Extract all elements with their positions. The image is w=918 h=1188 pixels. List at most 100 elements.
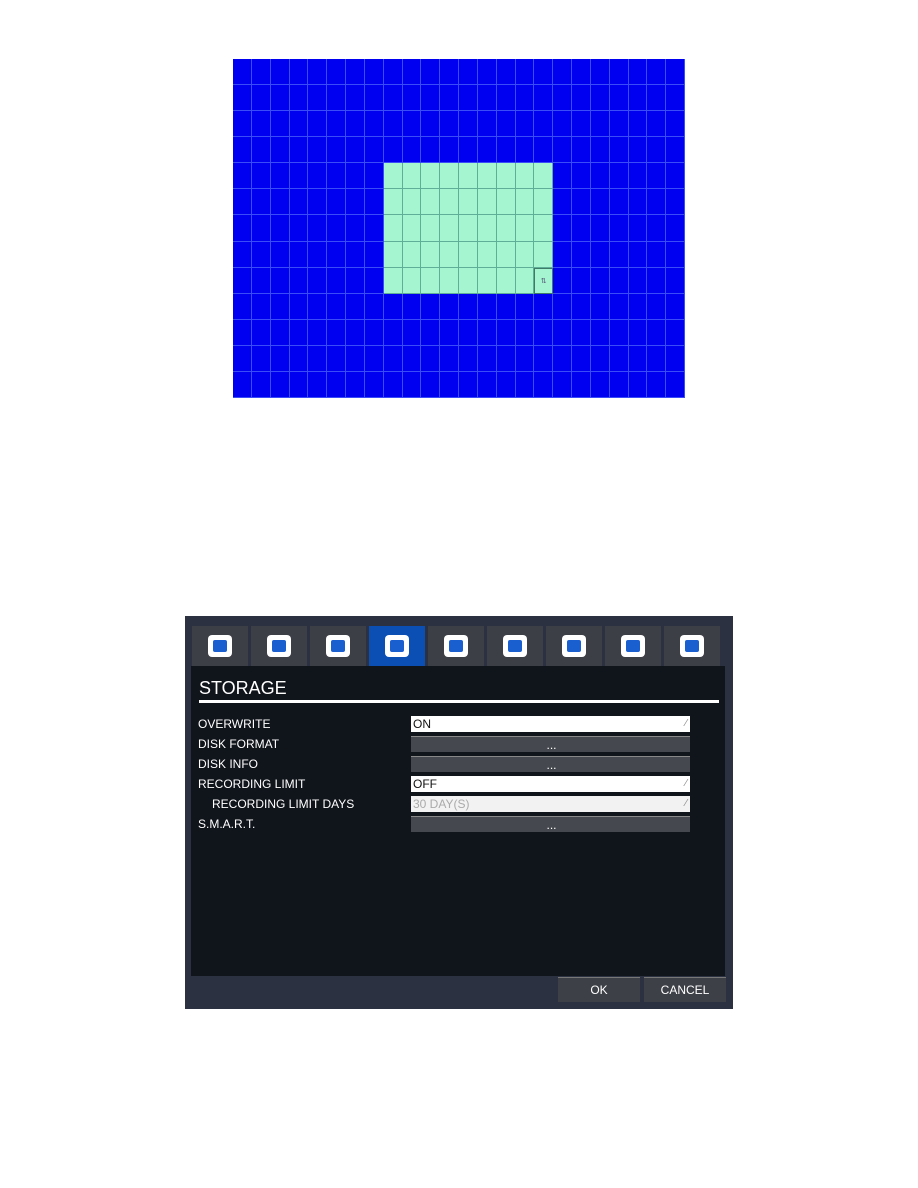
grid-cell[interactable] xyxy=(440,293,459,320)
grid-cell[interactable] xyxy=(609,189,629,216)
grid-cell[interactable] xyxy=(572,137,591,164)
grid-cell[interactable] xyxy=(647,85,667,112)
tab-gear[interactable] xyxy=(310,626,366,666)
grid-cell[interactable] xyxy=(402,189,422,216)
grid-cell[interactable] xyxy=(383,59,403,86)
grid-cell[interactable] xyxy=(364,319,384,346)
grid-cell[interactable] xyxy=(534,137,554,164)
grid-cell[interactable] xyxy=(666,215,685,242)
grid-cell[interactable] xyxy=(609,319,629,346)
grid-cell[interactable] xyxy=(628,215,648,242)
grid-cell[interactable] xyxy=(346,215,365,242)
grid-cell[interactable] xyxy=(327,345,346,372)
grid-cell[interactable] xyxy=(666,241,685,268)
grid-cell[interactable] xyxy=(647,163,667,190)
grid-cell[interactable] xyxy=(233,163,252,190)
setting-select[interactable]: OFF ⁄ xyxy=(411,776,690,792)
grid-cell[interactable] xyxy=(308,189,328,216)
grid-cell[interactable] xyxy=(572,189,591,216)
grid-cell[interactable] xyxy=(289,371,309,398)
grid-cell[interactable] xyxy=(666,85,685,112)
grid-cell[interactable] xyxy=(383,111,403,138)
grid-cell[interactable] xyxy=(383,189,403,216)
grid-cell[interactable] xyxy=(270,215,290,242)
grid-cell[interactable] xyxy=(402,163,422,190)
grid-cell[interactable] xyxy=(440,85,459,112)
grid-cell[interactable] xyxy=(402,59,422,86)
grid-cell[interactable] xyxy=(666,111,685,138)
grid-cell[interactable] xyxy=(534,111,554,138)
grid-cell[interactable] xyxy=(421,241,441,268)
grid-cell[interactable] xyxy=(327,293,346,320)
grid-cell[interactable] xyxy=(609,267,629,294)
grid-cell[interactable] xyxy=(553,241,572,268)
grid-cell[interactable] xyxy=(421,85,441,112)
grid-cell[interactable] xyxy=(515,215,535,242)
grid-cell[interactable] xyxy=(496,137,516,164)
grid-cell[interactable] xyxy=(440,189,459,216)
tab-search-folder[interactable] xyxy=(664,626,720,666)
grid-cell[interactable] xyxy=(609,137,629,164)
grid-cell[interactable] xyxy=(346,293,365,320)
grid-cell[interactable] xyxy=(515,267,535,294)
grid-cell[interactable] xyxy=(628,293,648,320)
grid-cell[interactable] xyxy=(496,267,516,294)
grid-cell[interactable] xyxy=(666,163,685,190)
grid-cell[interactable] xyxy=(628,137,648,164)
grid-cell[interactable] xyxy=(308,59,328,86)
grid-cell[interactable] xyxy=(383,163,403,190)
grid-cell[interactable] xyxy=(534,85,554,112)
grid-cell[interactable] xyxy=(364,111,384,138)
grid-cell[interactable] xyxy=(515,189,535,216)
grid-cell[interactable] xyxy=(327,163,346,190)
grid-cell[interactable] xyxy=(553,345,572,372)
grid-cell[interactable] xyxy=(647,371,667,398)
grid-cell[interactable] xyxy=(327,111,346,138)
grid-cell[interactable] xyxy=(590,215,610,242)
grid-cell[interactable] xyxy=(590,111,610,138)
grid-cell[interactable] xyxy=(534,163,554,190)
grid-cell[interactable] xyxy=(477,163,497,190)
grid-cell[interactable] xyxy=(251,319,271,346)
grid-cell[interactable] xyxy=(421,59,441,86)
grid-cell[interactable] xyxy=(402,85,422,112)
grid-cell[interactable] xyxy=(402,241,422,268)
grid-cell[interactable] xyxy=(609,371,629,398)
grid-cell[interactable] xyxy=(233,267,252,294)
grid-cell[interactable] xyxy=(496,215,516,242)
grid-cell[interactable] xyxy=(477,215,497,242)
grid-cell[interactable] xyxy=(270,85,290,112)
grid-cell[interactable] xyxy=(590,267,610,294)
grid-cell[interactable] xyxy=(402,215,422,242)
grid-cell[interactable] xyxy=(327,85,346,112)
tab-computer[interactable] xyxy=(428,626,484,666)
grid-cell[interactable] xyxy=(477,319,497,346)
grid-cell[interactable] xyxy=(421,293,441,320)
grid-cell[interactable] xyxy=(553,293,572,320)
grid-cell[interactable] xyxy=(609,215,629,242)
grid-cell[interactable] xyxy=(666,345,685,372)
grid-cell[interactable] xyxy=(553,111,572,138)
grid-cell[interactable] xyxy=(327,319,346,346)
grid-cell[interactable] xyxy=(402,371,422,398)
grid-cell[interactable] xyxy=(477,137,497,164)
grid-cell[interactable] xyxy=(251,85,271,112)
grid-cell[interactable] xyxy=(251,163,271,190)
grid-cell[interactable] xyxy=(628,345,648,372)
setting-select[interactable]: ON ⁄ xyxy=(411,716,690,732)
grid-cell[interactable] xyxy=(477,111,497,138)
grid-cell[interactable] xyxy=(609,293,629,320)
tab-pie-chart[interactable] xyxy=(369,626,425,666)
grid-cell[interactable] xyxy=(590,59,610,86)
grid-cell[interactable] xyxy=(251,293,271,320)
grid-cell[interactable] xyxy=(590,319,610,346)
grid-cell[interactable] xyxy=(572,293,591,320)
grid-cell[interactable] xyxy=(289,163,309,190)
grid-cell[interactable] xyxy=(289,345,309,372)
grid-cell[interactable] xyxy=(421,111,441,138)
grid-cell[interactable] xyxy=(346,59,365,86)
grid-cell[interactable] xyxy=(346,85,365,112)
grid-cell[interactable] xyxy=(459,59,478,86)
grid-cell[interactable] xyxy=(628,163,648,190)
grid-cell[interactable] xyxy=(308,345,328,372)
